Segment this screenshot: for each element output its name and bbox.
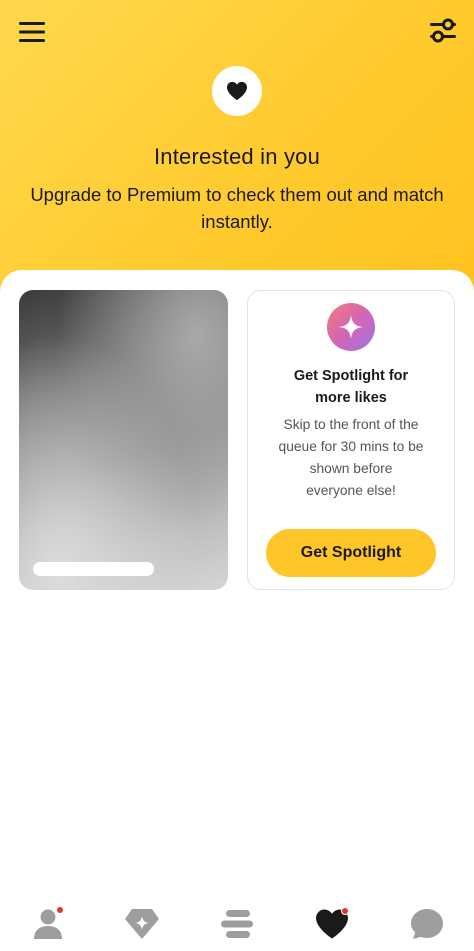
- nav-item-discover[interactable]: [215, 904, 259, 944]
- hamburger-menu-icon: [19, 22, 45, 42]
- heart-icon: [227, 81, 247, 101]
- spotlight-badge: [327, 303, 375, 351]
- nav-item-likes[interactable]: [310, 904, 354, 944]
- stack-icon: [221, 910, 253, 938]
- bottom-navigation: [0, 894, 474, 951]
- blurred-profile-card[interactable]: [19, 290, 228, 590]
- header-banner: Interested in you Upgrade to Premium to …: [0, 0, 474, 300]
- nav-item-profile[interactable]: [26, 904, 70, 944]
- page-title: Interested in you: [153, 144, 321, 169]
- get-spotlight-button[interactable]: Get Spotlight: [266, 529, 436, 577]
- spotlight-card: Get Spotlight for more likes Skip to the…: [247, 290, 455, 590]
- page-subtitle: Upgrade to Premium to check them out and…: [30, 184, 444, 232]
- chat-bubble-icon: [411, 909, 443, 939]
- menu-button[interactable]: [14, 16, 50, 48]
- diamond-star-icon: [125, 909, 159, 939]
- filter-button[interactable]: [426, 14, 460, 48]
- filter-sliders-icon: [430, 18, 456, 43]
- nav-item-chats[interactable]: [405, 904, 449, 944]
- heart-badge: [212, 66, 262, 116]
- sparkle-icon: [339, 315, 363, 339]
- notification-dot: [56, 906, 64, 914]
- notification-dot: [341, 907, 349, 915]
- nav-item-premium[interactable]: [120, 904, 164, 944]
- name-placeholder-bar: [33, 562, 154, 576]
- spotlight-description: Skip to the front of the queue for 30 mi…: [278, 417, 424, 498]
- spotlight-title: Get Spotlight for more likes: [293, 368, 409, 406]
